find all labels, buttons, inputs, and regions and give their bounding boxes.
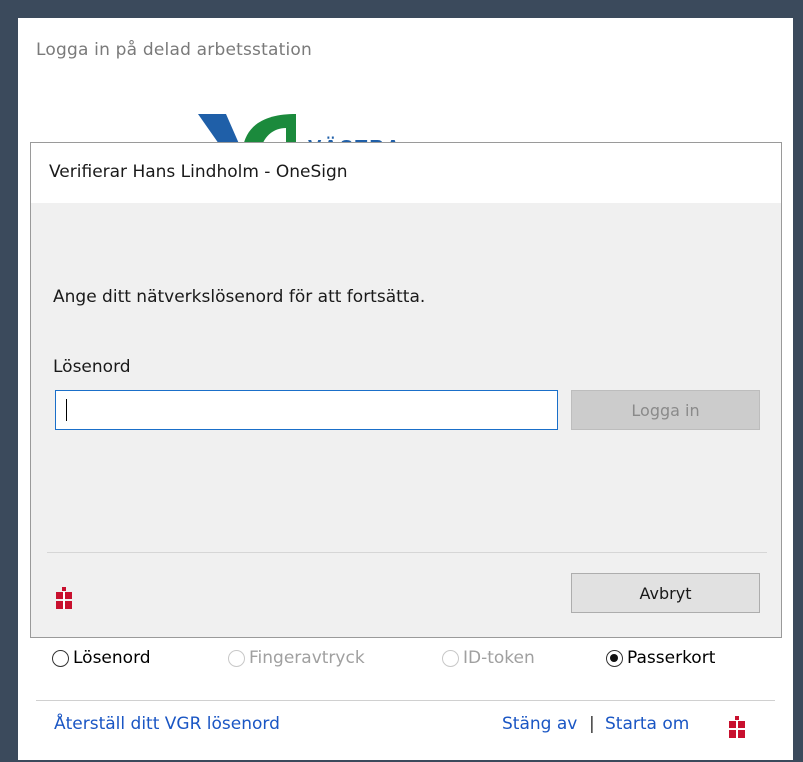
radio-circle[interactable] [52,649,69,667]
radio-circle[interactable] [228,649,245,667]
shutdown-link[interactable]: Stäng av [502,714,577,734]
login-button[interactable]: Logga in [571,390,760,430]
radio-circle[interactable] [442,649,459,667]
footer-divider [36,700,775,701]
radio-proximity-card[interactable]: Passerkort [606,648,715,668]
window-title: Logga in på delad arbetsstation [36,40,312,60]
text-caret [66,399,67,421]
radio-proximity-card-label: Passerkort [627,648,716,668]
dialog-divider [47,552,767,553]
radio-password-label: Lösenord [73,648,151,668]
password-input[interactable] [55,390,558,430]
reset-password-link[interactable]: Återställ ditt VGR lösenord [54,714,280,734]
restart-link[interactable]: Starta om [605,714,689,734]
password-label: Lösenord [53,357,131,377]
dialog-title-bar: Verifierar Hans Lindholm - OneSign [31,143,781,203]
radio-password[interactable]: Lösenord [52,648,151,668]
radio-id-token-label: ID-token [463,648,535,668]
footer-separator: | [589,714,595,734]
imprivata-logo-icon [55,587,73,609]
dialog-prompt: Ange ditt nätverkslösenord för att forts… [53,287,426,307]
cancel-button[interactable]: Avbryt [571,573,760,613]
radio-fingerprint-label: Fingeravtryck [249,648,365,668]
radio-fingerprint[interactable]: Fingeravtryck [228,648,365,668]
dialog-title: Verifierar Hans Lindholm - OneSign [49,162,348,182]
imprivata-logo-icon [728,716,746,738]
verify-dialog: Verifierar Hans Lindholm - OneSign Ange … [30,142,782,638]
radio-id-token[interactable]: ID-token [442,648,535,668]
radio-circle-selected[interactable] [606,649,623,667]
auth-method-group: Lösenord Fingeravtryck ID-token Passerko… [50,648,780,678]
